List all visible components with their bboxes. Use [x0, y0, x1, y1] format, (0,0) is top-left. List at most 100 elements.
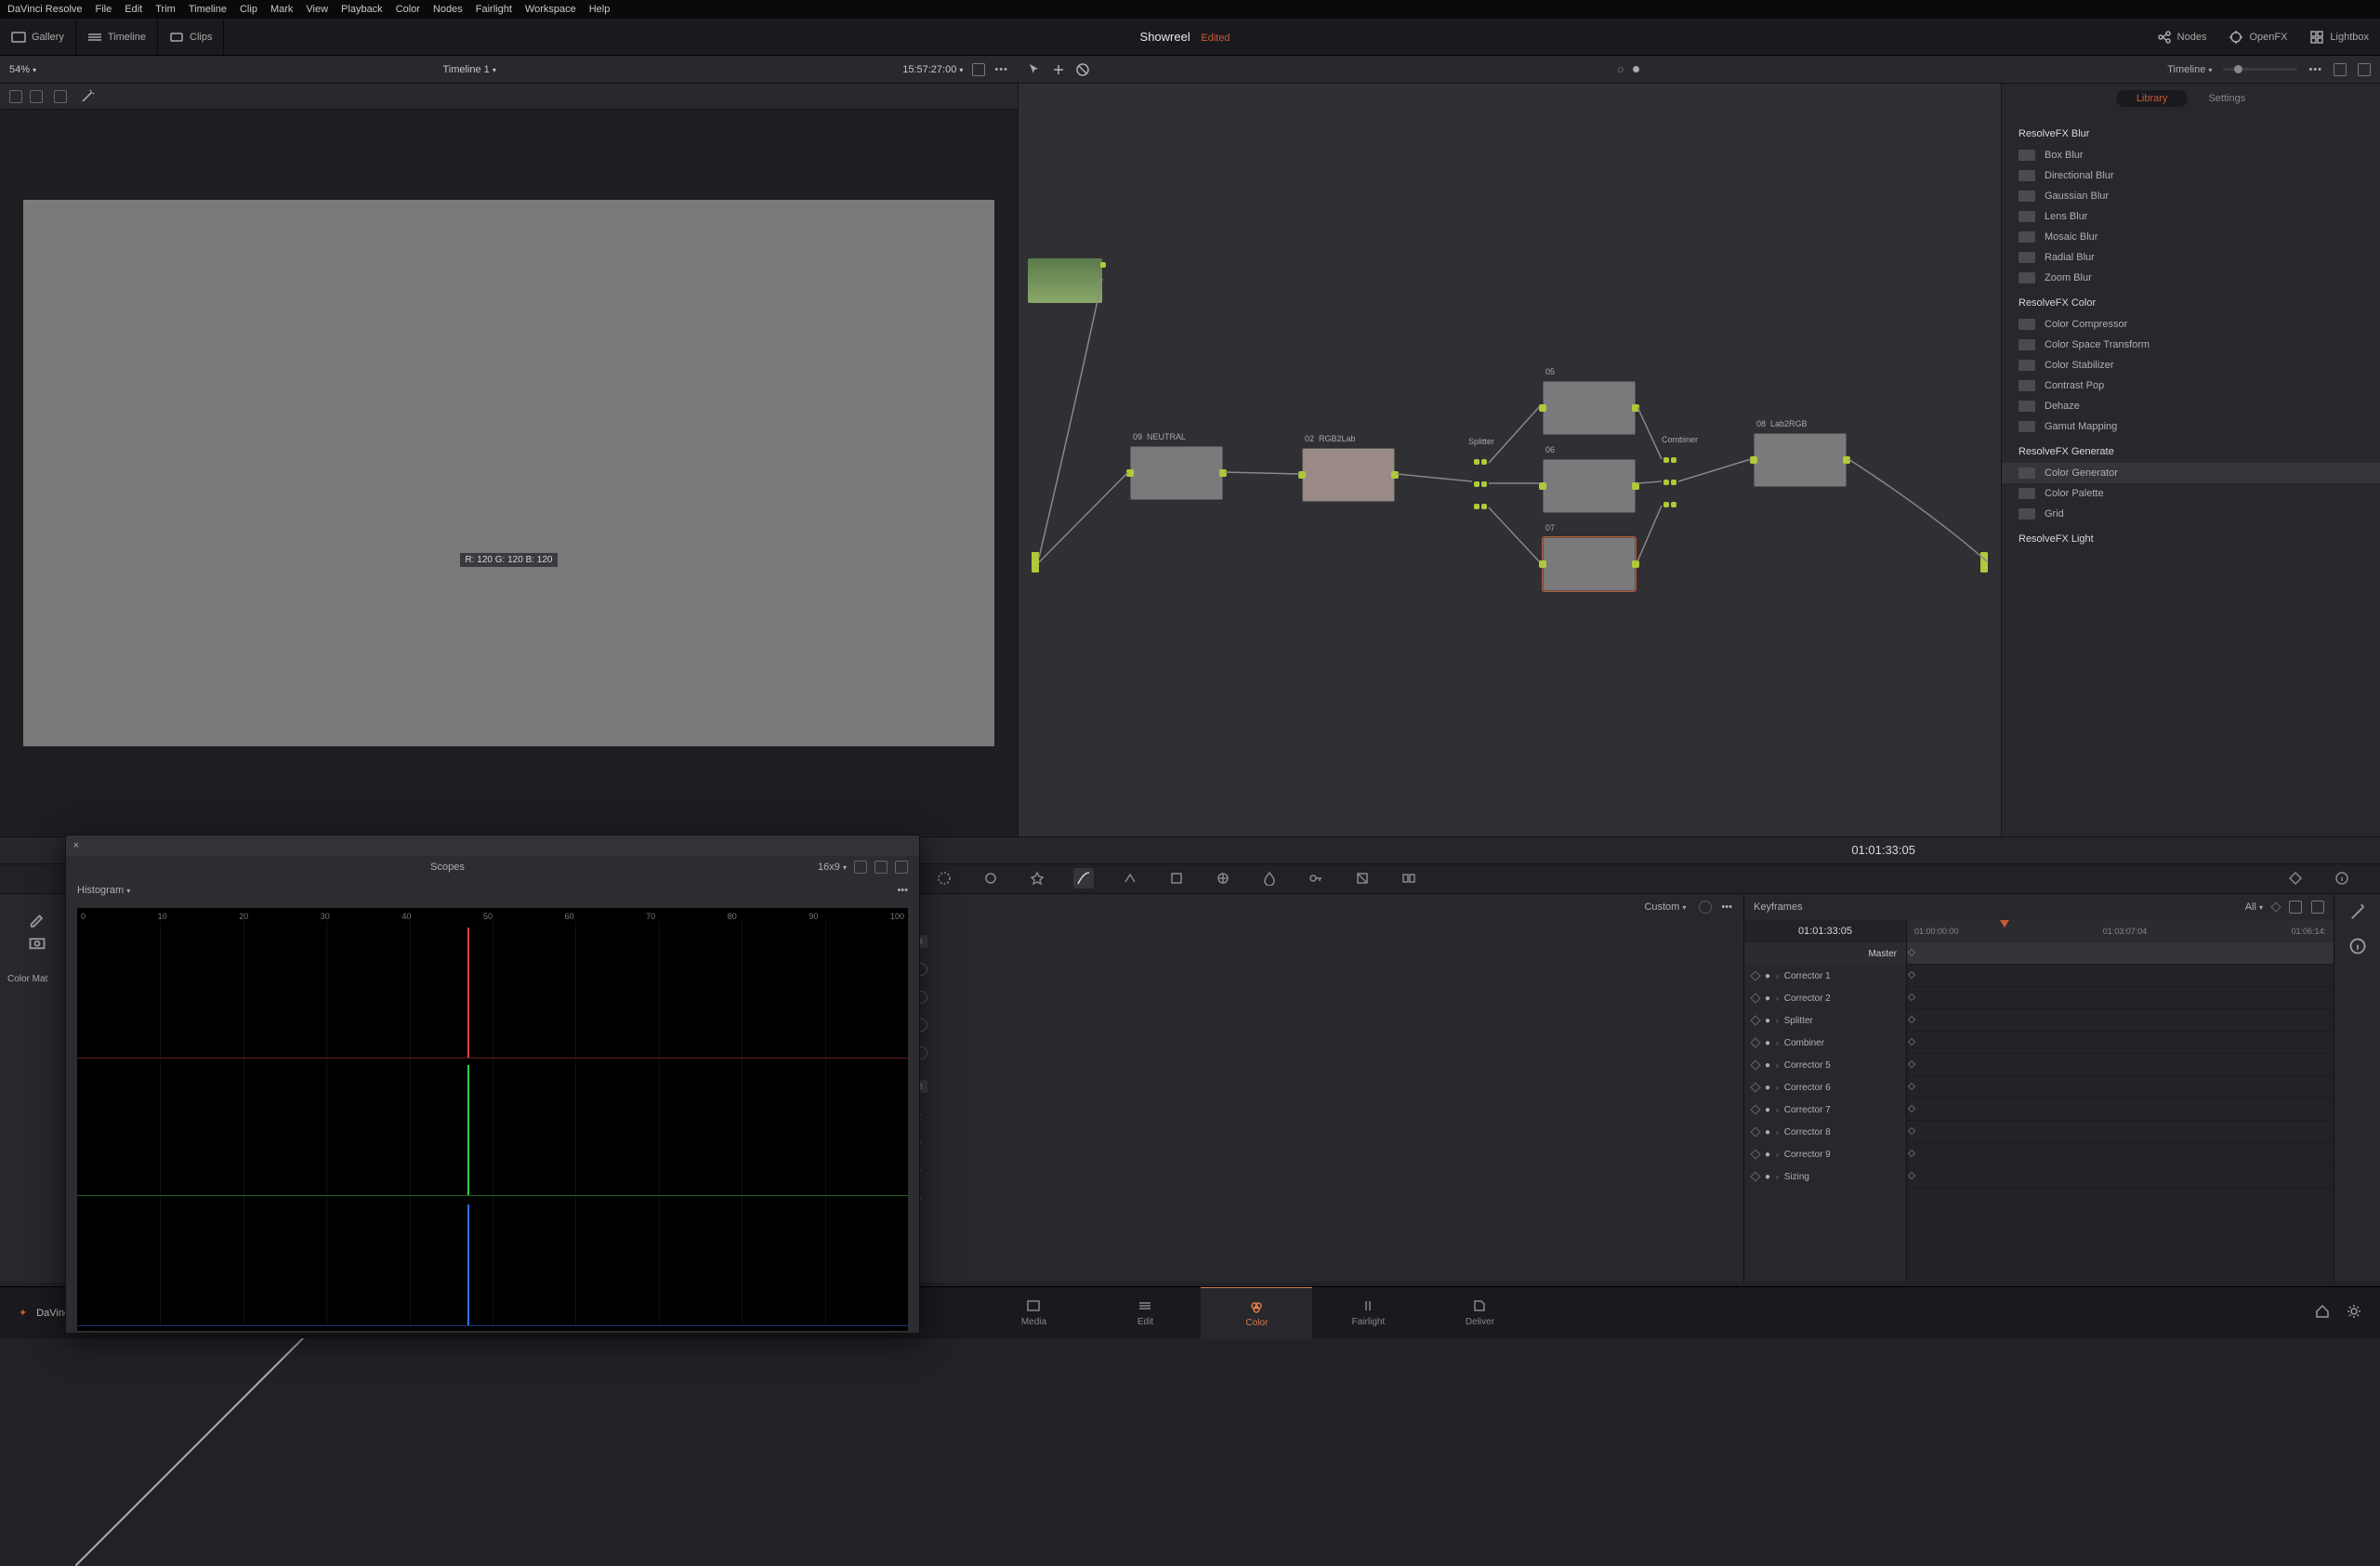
fx-tab-library[interactable]: Library: [2116, 90, 2189, 107]
color-wheels-icon[interactable]: [934, 868, 954, 888]
fx-item[interactable]: Gamut Mapping: [2002, 416, 2380, 437]
window-icon[interactable]: [1166, 868, 1187, 888]
combiner-node[interactable]: Combiner: [1663, 454, 1677, 513]
keyframes-filter[interactable]: All ▾: [2245, 901, 2263, 913]
reference-tool-icon[interactable]: [28, 933, 46, 950]
info-icon[interactable]: [2348, 937, 2367, 955]
menu-item[interactable]: Nodes: [433, 4, 463, 15]
fx-item[interactable]: Color Compressor: [2002, 314, 2380, 335]
fx-item[interactable]: Radial Blur: [2002, 247, 2380, 268]
menu-item[interactable]: Fairlight: [476, 4, 512, 15]
kf-diamond-icon[interactable]: [2270, 901, 2281, 912]
highlight-icon[interactable]: [54, 90, 67, 103]
timeline-mode[interactable]: Timeline ▾: [2167, 64, 2212, 75]
fx-item[interactable]: Zoom Blur: [2002, 268, 2380, 288]
pointer-tool-icon[interactable]: [1027, 62, 1042, 77]
clip-dot-active[interactable]: [1633, 66, 1639, 72]
lightbox-button[interactable]: Lightbox: [2309, 30, 2369, 45]
curves-mode-dropdown[interactable]: Custom ▾: [1644, 901, 1686, 913]
menu-item[interactable]: Playback: [341, 4, 383, 15]
clips-button[interactable]: Clips: [169, 30, 212, 45]
kf-track-row[interactable]: ●›Corrector 6: [1744, 1076, 1906, 1099]
rgb-mixer-icon[interactable]: [980, 868, 1001, 888]
stereo-icon[interactable]: [1399, 868, 1419, 888]
magic-mask-icon[interactable]: [2348, 903, 2367, 922]
timeline-button[interactable]: Timeline: [87, 30, 146, 45]
kf-master-row[interactable]: Master: [1744, 942, 1906, 965]
kf-track-row[interactable]: ●›Sizing: [1744, 1165, 1906, 1188]
fx-item[interactable]: Grid: [2002, 504, 2380, 524]
timeline-selector[interactable]: Timeline 1 ▾: [442, 64, 495, 75]
page-media[interactable]: Media: [978, 1287, 1089, 1339]
expand-icon[interactable]: [972, 63, 985, 76]
curves-options-icon[interactable]: •••: [1721, 901, 1732, 913]
menu-item[interactable]: Mark: [270, 4, 293, 15]
menu-item[interactable]: Clip: [240, 4, 257, 15]
source-thumbnail[interactable]: [1028, 258, 1102, 303]
zoom-dropdown[interactable]: 54% ▾: [9, 64, 36, 75]
node-05[interactable]: 05: [1543, 381, 1636, 435]
disable-tool-icon[interactable]: [1075, 62, 1090, 77]
settings-icon[interactable]: [2347, 1304, 2361, 1322]
fx-options-icon[interactable]: [2358, 63, 2371, 76]
viewer[interactable]: R: 120 G: 120 B: 120: [0, 110, 1018, 836]
blur-icon[interactable]: [1259, 868, 1280, 888]
page-edit[interactable]: Edit: [1089, 1287, 1201, 1339]
kf-track-row[interactable]: ●›Corrector 9: [1744, 1143, 1906, 1165]
fx-item[interactable]: Box Blur: [2002, 145, 2380, 165]
split-icon[interactable]: [30, 90, 43, 103]
home-icon[interactable]: [2315, 1304, 2330, 1322]
scopes-layout-4-icon[interactable]: [895, 861, 908, 874]
curves-icon[interactable]: [1073, 868, 1094, 888]
keyframe-mode-icon[interactable]: [2285, 868, 2306, 888]
scopes-mode-dropdown[interactable]: Histogram ▾: [77, 885, 130, 896]
scopes-close-icon[interactable]: ×: [66, 840, 86, 851]
menu-item[interactable]: Edit: [125, 4, 142, 15]
picker-tool-icon[interactable]: [28, 909, 46, 926]
pan-tool-icon[interactable]: [1051, 62, 1066, 77]
fx-item[interactable]: Mosaic Blur: [2002, 227, 2380, 247]
clip-dot[interactable]: [1618, 67, 1624, 72]
scopes-layout-2-icon[interactable]: [874, 861, 888, 874]
menu-item[interactable]: Workspace: [525, 4, 576, 15]
node-06[interactable]: 06: [1543, 459, 1636, 513]
menu-item[interactable]: Timeline: [189, 4, 227, 15]
node-options-icon[interactable]: •••: [2308, 64, 2322, 75]
menu-item[interactable]: View: [306, 4, 328, 15]
kf-track-row[interactable]: ●›Corrector 1: [1744, 965, 1906, 987]
tracker-icon[interactable]: [1213, 868, 1233, 888]
fx-item[interactable]: Contrast Pop: [2002, 375, 2380, 396]
node-neutral[interactable]: 09 NEUTRAL: [1130, 446, 1223, 500]
node-rgb2lab[interactable]: 02 RGB2Lab: [1302, 448, 1395, 502]
fx-item[interactable]: Gaussian Blur: [2002, 186, 2380, 206]
fx-item[interactable]: Color Generator: [2002, 463, 2380, 483]
magic-icon[interactable]: [80, 89, 95, 104]
viewer-timecode[interactable]: 15:57:27:00 ▾: [902, 64, 963, 75]
kf-track-row[interactable]: ●›Corrector 5: [1744, 1054, 1906, 1076]
kf-track-row[interactable]: ●›Combiner: [1744, 1032, 1906, 1054]
kf-track-row[interactable]: ●›Corrector 7: [1744, 1099, 1906, 1121]
scopes-ratio[interactable]: 16x9 ▾: [818, 862, 847, 873]
page-fairlight[interactable]: Fairlight: [1312, 1287, 1424, 1339]
info-icon[interactable]: [2332, 868, 2352, 888]
image-wipe-icon[interactable]: [9, 90, 22, 103]
sizing-icon[interactable]: [1352, 868, 1373, 888]
kf-track-row[interactable]: ●›Splitter: [1744, 1009, 1906, 1032]
scopes-layout-1-icon[interactable]: [854, 861, 867, 874]
fx-list[interactable]: ResolveFX Blur Box Blur Directional Blur…: [2002, 113, 2380, 836]
fx-item[interactable]: Color Stabilizer: [2002, 355, 2380, 375]
key-icon[interactable]: [1306, 868, 1326, 888]
playhead-icon[interactable]: [2000, 920, 2009, 928]
nodes-button[interactable]: Nodes: [2157, 30, 2207, 45]
menu-item[interactable]: Trim: [155, 4, 176, 15]
kf-expand-icon[interactable]: [2289, 901, 2302, 914]
motion-effects-icon[interactable]: [1027, 868, 1047, 888]
splitter-node[interactable]: Splitter: [1474, 455, 1487, 515]
fx-item[interactable]: Color Space Transform: [2002, 335, 2380, 355]
node-07[interactable]: 07: [1543, 537, 1636, 591]
scopes-panel[interactable]: × Scopes 16x9 ▾ Histogram ▾ ••• 01020304…: [65, 835, 920, 1334]
menu-item[interactable]: File: [96, 4, 112, 15]
fx-tab-settings[interactable]: Settings: [2188, 90, 2266, 107]
fx-item[interactable]: Color Palette: [2002, 483, 2380, 504]
openfx-button[interactable]: OpenFX: [2229, 30, 2287, 45]
